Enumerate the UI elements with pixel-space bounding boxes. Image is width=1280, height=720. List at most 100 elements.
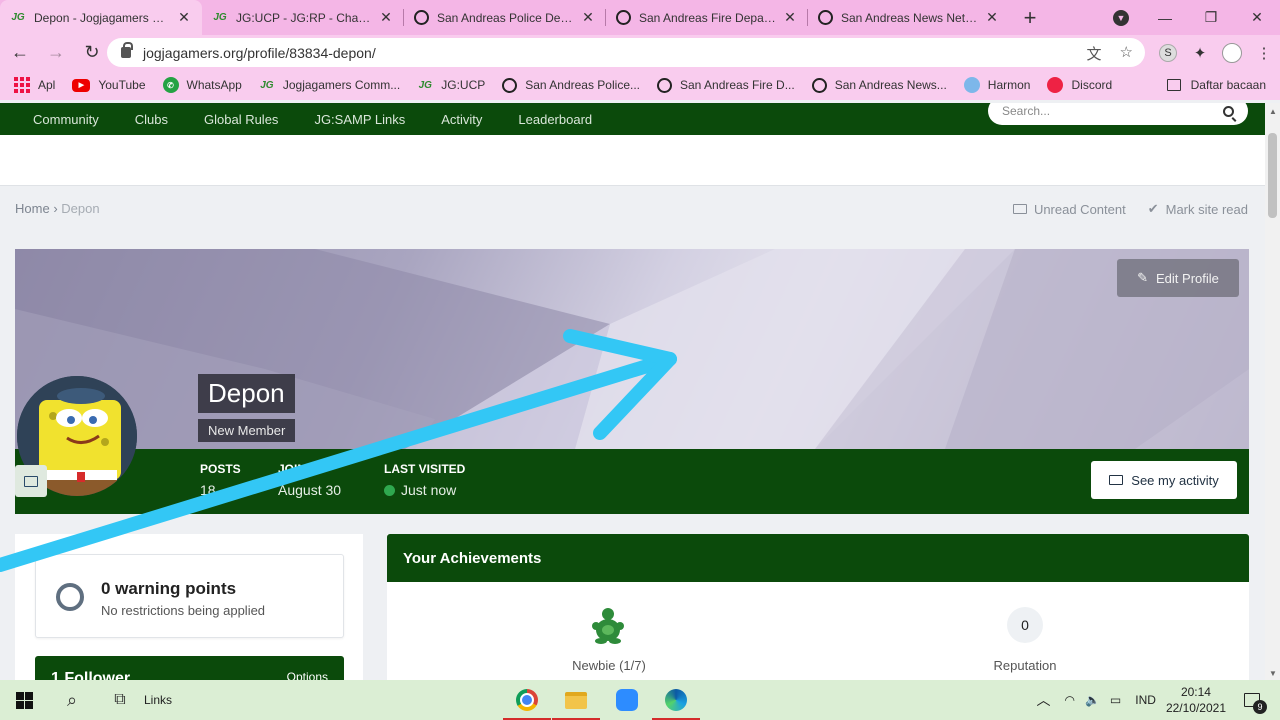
globe-icon — [616, 10, 631, 25]
bookmark-label: WhatsApp — [186, 78, 242, 92]
change-photo-button[interactable] — [15, 465, 47, 497]
browser-tab-depon[interactable]: JG Depon - Jogjagamers Community ✕ — [0, 0, 202, 35]
pencil-icon: ✎ — [1137, 270, 1149, 285]
nav-clubs[interactable]: Clubs — [135, 112, 168, 127]
search-icon[interactable] — [1223, 105, 1234, 117]
unread-content-link[interactable]: Unread Content — [1012, 201, 1126, 217]
bookmark-youtube[interactable]: ▶ YouTube — [72, 78, 146, 92]
online-status-icon — [384, 484, 395, 496]
close-window-icon[interactable]: ✕ — [1234, 0, 1280, 35]
bookmark-police[interactable]: San Andreas Police... — [502, 77, 640, 93]
tab-search-icon[interactable]: ▼ — [1098, 0, 1144, 35]
wifi-icon[interactable]: ◠ — [1064, 693, 1074, 707]
minimize-window-icon[interactable]: — — [1142, 0, 1188, 35]
translate-icon[interactable]: 文 — [1087, 43, 1102, 64]
scrollbar-thumb[interactable] — [1268, 133, 1277, 218]
close-tab-icon[interactable]: ✕ — [378, 9, 394, 26]
notification-center-icon[interactable]: 9 — [1244, 693, 1267, 714]
page-scrollbar[interactable]: ▲ ▼ — [1265, 103, 1280, 680]
volume-icon[interactable]: 🔈 — [1085, 693, 1100, 707]
whatsapp-icon: ✆ — [162, 77, 179, 93]
zoom-icon[interactable] — [603, 680, 651, 720]
stat-value: Just now — [384, 482, 465, 498]
stat-value: 18 — [200, 482, 216, 498]
close-tab-icon[interactable]: ✕ — [580, 9, 596, 26]
checkmark-icon: ✔ — [1147, 201, 1159, 216]
bookmark-harmon[interactable]: Harmon — [963, 77, 1031, 93]
bookmark-label: San Andreas News... — [834, 78, 947, 92]
reading-list-button[interactable]: Daftar bacaan — [1166, 70, 1266, 100]
edge-icon[interactable] — [652, 680, 700, 720]
profile-group: New Member — [198, 419, 296, 442]
stat-value: August 30 — [278, 482, 342, 498]
warning-subtitle: No restrictions being applied — [101, 603, 266, 618]
forward-icon[interactable]: → — [40, 37, 72, 69]
extensions-puzzle-icon[interactable]: ✦ — [1184, 44, 1216, 62]
clock-time: 20:14 — [1180, 685, 1211, 699]
lock-icon — [121, 42, 133, 58]
language-indicator[interactable]: IND — [1135, 693, 1156, 707]
nav-activity[interactable]: Activity — [441, 112, 482, 127]
nav-global-rules[interactable]: Global Rules — [204, 112, 278, 127]
nav-jgsamp-links[interactable]: JG:SAMP Links — [314, 112, 405, 127]
close-tab-icon[interactable]: ✕ — [176, 9, 192, 26]
restore-window-icon[interactable]: ❐ — [1188, 0, 1234, 35]
newbie-badge-icon[interactable] — [591, 606, 625, 644]
scroll-down-icon[interactable]: ▼ — [1269, 669, 1277, 678]
file-explorer-icon[interactable] — [552, 680, 600, 720]
newspaper-icon — [1012, 204, 1027, 214]
mark-site-read-link[interactable]: ✔ Mark site read — [1148, 201, 1248, 217]
windows-start-icon[interactable] — [0, 680, 48, 720]
bookmark-label: YouTube — [98, 78, 146, 92]
bookmark-star-icon[interactable]: ☆ — [1120, 43, 1133, 64]
clock[interactable]: 20:14 22/10/2021 — [1166, 684, 1226, 716]
new-tab-button[interactable]: + — [1010, 0, 1050, 35]
back-icon[interactable]: ← — [4, 37, 36, 69]
jg-logo-icon: JG — [11, 12, 25, 23]
edit-profile-button[interactable]: ✎ Edit Profile — [1117, 259, 1239, 297]
followers-options-button[interactable]: Options — [287, 670, 328, 680]
reload-icon[interactable]: ↻ — [76, 37, 108, 69]
browser-tab-jgucp[interactable]: JG JG:UCP - JG:RP - Character ✕ — [202, 0, 404, 35]
close-tab-icon[interactable]: ✕ — [782, 9, 798, 26]
bookmark-news[interactable]: San Andreas News... — [811, 77, 947, 93]
bookmarks-bar: Apl ▶ YouTube ✆ WhatsApp JG Jogjagamers … — [0, 70, 1280, 100]
tab-title: San Andreas News Network — [841, 10, 978, 25]
breadcrumb-home[interactable]: Home — [15, 201, 50, 216]
nav-leaderboard[interactable]: Leaderboard — [518, 112, 592, 127]
chevron-up-icon[interactable]: ︿ — [1036, 690, 1050, 710]
scroll-up-icon[interactable]: ▲ — [1269, 107, 1277, 116]
account-avatar-icon[interactable] — [1216, 42, 1248, 63]
browser-toolbar: ← → ↻ jogjagamers.org/profile/83834-depo… — [0, 35, 1280, 70]
tab-strip: JG Depon - Jogjagamers Community ✕ JG JG… — [0, 0, 1280, 35]
mark-site-read-label: Mark site read — [1165, 201, 1248, 217]
profile-sidebar: 0 warning points No restrictions being a… — [15, 534, 363, 680]
browser-tab-police[interactable]: San Andreas Police Department ✕ — [404, 0, 606, 35]
bookmark-discord[interactable]: Discord — [1047, 77, 1112, 93]
search-icon[interactable]: ⌕ — [48, 680, 96, 720]
warning-points-card: 0 warning points No restrictions being a… — [35, 554, 344, 638]
bookmark-apps[interactable]: Apl — [14, 77, 55, 93]
bookmark-whatsapp[interactable]: ✆ WhatsApp — [162, 77, 242, 93]
bookmark-label: Discord — [1071, 78, 1113, 92]
close-tab-icon[interactable]: ✕ — [984, 9, 1000, 26]
nav-community[interactable]: Community — [33, 112, 99, 127]
links-toolbar[interactable]: Links — [144, 680, 172, 720]
browser-tab-news[interactable]: San Andreas News Network ✕ — [808, 0, 1010, 35]
task-view-icon[interactable]: ⧉ — [96, 680, 144, 720]
bookmark-jgucp[interactable]: JG JG:UCP — [417, 77, 486, 93]
notification-count: 9 — [1253, 700, 1267, 714]
bookmark-label: Harmon — [987, 78, 1031, 92]
browser-tab-fire[interactable]: San Andreas Fire Department ✕ — [606, 0, 808, 35]
chrome-taskbar-icon[interactable] — [503, 680, 551, 720]
battery-icon[interactable]: ▭ — [1110, 693, 1121, 707]
profile-extension-icon[interactable]: S — [1152, 43, 1184, 62]
unread-content-label: Unread Content — [1033, 201, 1126, 217]
bookmark-jogjagamers[interactable]: JG Jogjagamers Comm... — [259, 77, 400, 93]
address-bar[interactable]: jogjagamers.org/profile/83834-depon/ 文 ☆ — [107, 38, 1145, 67]
search-input[interactable]: Search... — [988, 103, 1248, 125]
bookmark-fire[interactable]: San Andreas Fire D... — [657, 77, 795, 93]
menu-kebab-icon[interactable]: ⋮ — [1248, 44, 1280, 62]
see-my-activity-button[interactable]: See my activity — [1091, 461, 1237, 499]
warning-title: 0 warning points — [101, 579, 237, 598]
